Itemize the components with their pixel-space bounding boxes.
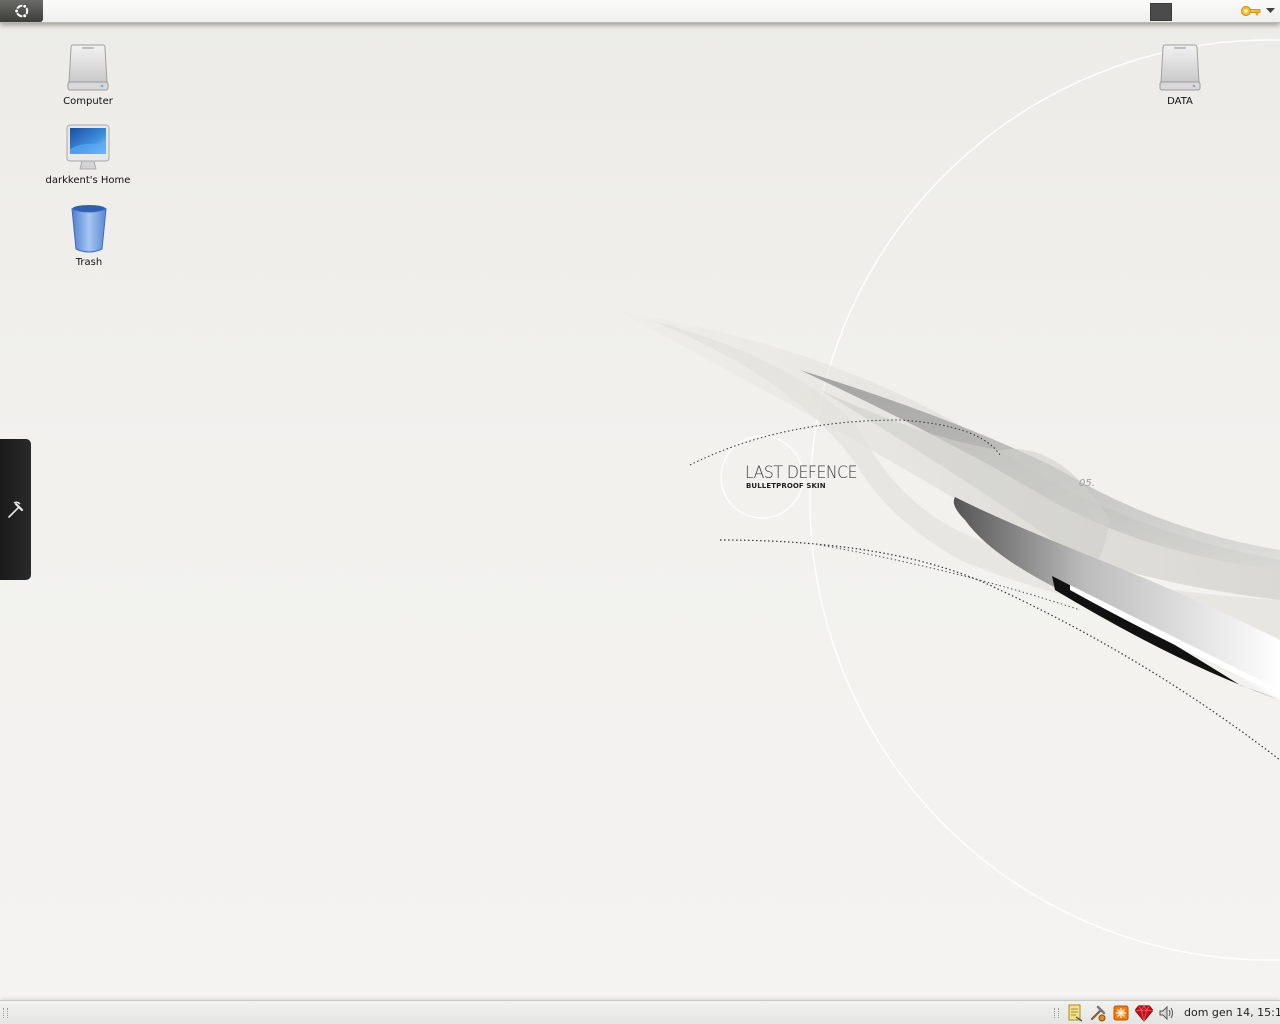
- tray-item-tools[interactable]: [1089, 1004, 1107, 1022]
- volume-icon: [1159, 1005, 1173, 1021]
- notification-area: [1066, 1004, 1176, 1022]
- main-menu-button[interactable]: [0, 0, 43, 22]
- monitor-icon: [66, 124, 110, 170]
- panel-handle[interactable]: [1054, 1008, 1059, 1018]
- tray-item-volume[interactable]: [1158, 1004, 1176, 1022]
- update-icon: [1113, 1005, 1129, 1021]
- desktop-icon-home[interactable]: darkkent's Home: [43, 123, 133, 186]
- bottom-panel: dom gen 14, 15:12: [0, 1000, 1280, 1024]
- tray-item-notes[interactable]: [1066, 1004, 1084, 1022]
- clock[interactable]: dom gen 14, 15:12: [1184, 1006, 1280, 1019]
- key-icon: [1241, 6, 1261, 16]
- chevron-down-icon: [1266, 8, 1275, 13]
- drive-icon: [1159, 44, 1201, 91]
- ubuntu-logo-icon: [13, 3, 28, 19]
- tray-item-ruby[interactable]: [1135, 1004, 1153, 1022]
- desktop-icon-label: Computer: [63, 96, 113, 107]
- dock-item-tools[interactable]: [6, 500, 26, 520]
- tools-icon: [1090, 1005, 1106, 1022]
- wallpaper-title: LAST DEFENCE: [745, 463, 858, 483]
- desktop-icon-computer[interactable]: Computer: [43, 42, 133, 107]
- workspace-switcher[interactable]: [1150, 3, 1172, 21]
- desktop-icon-label: darkkent's Home: [45, 175, 131, 186]
- desktop-icon-label: Trash: [75, 257, 103, 268]
- top-panel: [0, 0, 1280, 23]
- desktop-icon-label: DATA: [1167, 96, 1193, 107]
- panel-handle[interactable]: [3, 1008, 8, 1018]
- wallpaper-subtitle: BULLETPROOF SKIN: [746, 482, 826, 490]
- wallpaper-number: 05.: [1079, 478, 1095, 489]
- desktop-icon-trash[interactable]: Trash: [44, 203, 134, 268]
- wallpaper: [615, 39, 1280, 961]
- session-menu[interactable]: [1240, 2, 1278, 20]
- notes-icon: [1068, 1004, 1083, 1022]
- drive-icon: [67, 44, 109, 91]
- side-dock: [0, 439, 31, 580]
- tray-item-updates[interactable]: [1112, 1004, 1130, 1022]
- trash-icon: [71, 205, 107, 253]
- desktop-icon-data-drive[interactable]: DATA: [1135, 42, 1225, 107]
- hammer-icon: [7, 501, 23, 518]
- ruby-icon: [1135, 1005, 1153, 1022]
